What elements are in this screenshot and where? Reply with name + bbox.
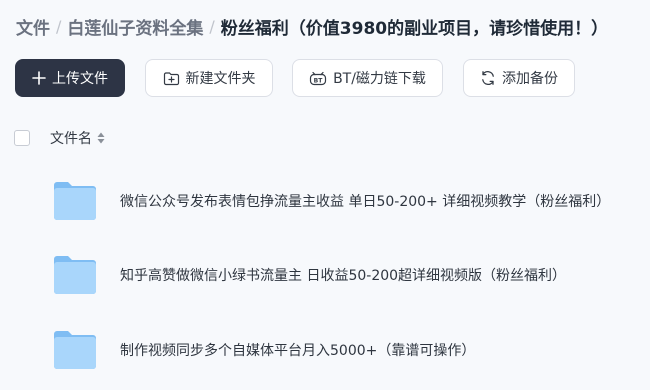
breadcrumb-current: 粉丝福利（价值3980的副业项目，请珍惜使用！）	[220, 18, 609, 39]
breadcrumb-separator: /	[56, 16, 62, 36]
file-name[interactable]: 知乎高赞做微信小绿书流量主 日收益50-200超详细视频版（粉丝福利）	[120, 265, 566, 285]
folder-icon	[54, 331, 96, 369]
refresh-icon	[480, 70, 496, 86]
breadcrumb-parent[interactable]: 白莲仙子资料全集	[67, 14, 203, 39]
file-row[interactable]: 制作视频同步多个自媒体平台月入5000+（靠谱可操作）	[52, 327, 475, 373]
add-backup-button-label: 添加备份	[502, 71, 558, 87]
upload-button-label: 上传文件	[52, 71, 108, 87]
breadcrumb-separator: /	[209, 16, 215, 36]
svg-text:BT: BT	[314, 77, 324, 84]
sort-icon[interactable]	[97, 132, 105, 144]
breadcrumb-root[interactable]: 文件	[16, 14, 50, 39]
bt-button-label: BT/磁力链下载	[333, 71, 426, 87]
bt-icon: BT	[309, 70, 327, 86]
file-row[interactable]: 知乎高赞做微信小绿书流量主 日收益50-200超详细视频版（粉丝福利）	[52, 252, 566, 298]
new-folder-button[interactable]: 新建文件夹	[145, 59, 273, 97]
select-all-checkbox[interactable]	[14, 130, 30, 146]
file-name[interactable]: 制作视频同步多个自媒体平台月入5000+（靠谱可操作）	[120, 340, 475, 360]
bt-magnet-download-button[interactable]: BT BT/磁力链下载	[292, 59, 443, 97]
upload-button[interactable]: 上传文件	[15, 59, 125, 97]
plus-icon	[32, 71, 46, 85]
new-folder-icon	[163, 71, 180, 86]
folder-icon	[54, 256, 96, 294]
folder-icon	[54, 182, 96, 220]
column-header-filename[interactable]: 文件名	[50, 128, 92, 148]
new-folder-button-label: 新建文件夹	[185, 71, 256, 87]
file-row[interactable]: 微信公众号发布表情包挣流量主收益 单日50-200+ 详细视频教学（粉丝福利）	[52, 178, 610, 224]
file-list-header: 文件名	[14, 128, 105, 148]
file-name[interactable]: 微信公众号发布表情包挣流量主收益 单日50-200+ 详细视频教学（粉丝福利）	[120, 191, 610, 211]
breadcrumb: 文件 / 白莲仙子资料全集 / 粉丝福利（价值3980的副业项目，请珍惜使用！）	[16, 12, 608, 40]
add-backup-button[interactable]: 添加备份	[463, 59, 575, 97]
